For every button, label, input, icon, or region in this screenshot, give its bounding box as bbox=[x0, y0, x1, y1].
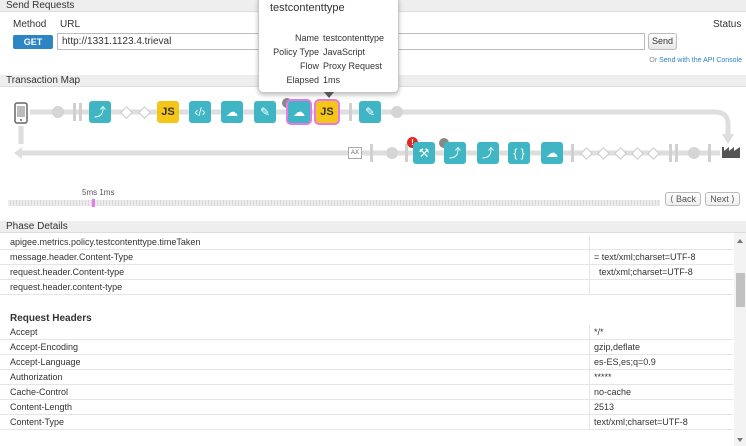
share-policy-icon[interactable]: ⤴ bbox=[89, 101, 111, 123]
tooltip-value: testcontenttype bbox=[323, 33, 385, 43]
timeline-bar[interactable] bbox=[8, 200, 660, 206]
tooltip-value: Proxy Request bbox=[323, 61, 383, 71]
next-button[interactable]: Next ⟩ bbox=[705, 192, 740, 206]
variable-row: apigee.metrics.policy.testcontenttype.ti… bbox=[0, 235, 733, 250]
tooltip-value: JavaScript bbox=[323, 47, 366, 57]
header-name: Accept bbox=[10, 327, 38, 337]
javascript-policy-icon-selected[interactable]: JS bbox=[316, 101, 338, 123]
json-policy-icon[interactable]: { } bbox=[508, 142, 530, 164]
flow-node[interactable] bbox=[386, 147, 398, 159]
back-button[interactable]: ⟨ Back bbox=[665, 192, 701, 206]
timeline-marker bbox=[92, 199, 95, 207]
status-label: Status bbox=[713, 19, 742, 30]
flow-divider bbox=[73, 103, 76, 121]
share-policy-icon[interactable]: ⤴ bbox=[444, 142, 466, 164]
header-name: Authorization bbox=[10, 372, 63, 382]
flow-divider bbox=[675, 144, 678, 162]
timeline-label: 5ms 1ms bbox=[82, 188, 115, 197]
header-row: Accept-Encoding gzip,deflate bbox=[0, 340, 733, 355]
phase-scrollbar[interactable] bbox=[734, 233, 746, 446]
variable-value: text/xml;charset=UTF-8 bbox=[594, 267, 693, 277]
variable-name: message.header.Content-Type bbox=[10, 252, 134, 262]
api-console-link[interactable]: Send with the API Console bbox=[659, 57, 742, 64]
wrench-policy-icon[interactable]: ⚒ bbox=[413, 142, 435, 164]
tooltip-key: Elapsed bbox=[286, 75, 319, 85]
cloud-check-policy-icon[interactable]: ☁ bbox=[221, 101, 243, 123]
variable-value: = text/xml;charset=UTF-8 bbox=[594, 252, 696, 262]
variable-row: request.header.content-type bbox=[0, 280, 733, 295]
edit-policy-icon[interactable]: ✎ bbox=[359, 101, 381, 123]
tooltip-key: Flow bbox=[299, 61, 319, 71]
cloud-check-policy-icon[interactable]: ☁ bbox=[288, 101, 310, 123]
flow-divider bbox=[571, 144, 574, 162]
flow-divider bbox=[349, 103, 352, 121]
analytics-icon[interactable]: AX bbox=[348, 147, 362, 159]
edit-policy-icon[interactable]: ✎ bbox=[254, 101, 276, 123]
tooltip-title: testcontenttype bbox=[270, 2, 345, 14]
api-console-prefix: Or bbox=[649, 57, 658, 64]
header-row: Content-Type text/xml;charset=UTF-8 bbox=[0, 415, 733, 430]
api-console-line: Or Send with the API Console bbox=[649, 57, 742, 64]
scrollbar-thumb[interactable] bbox=[736, 273, 745, 307]
request-headers-title: Request Headers bbox=[10, 313, 92, 324]
send-button[interactable]: Send bbox=[648, 33, 677, 50]
header-row: Cache-Control no-cache bbox=[0, 385, 733, 400]
variable-row: message.header.Content-Type = text/xml;c… bbox=[0, 250, 733, 265]
header-name: Content-Length bbox=[10, 402, 73, 412]
tooltip-arrow bbox=[324, 92, 334, 98]
backend-factory-icon bbox=[722, 147, 740, 158]
tooltip-value: 1ms bbox=[323, 75, 341, 85]
variable-name: request.header.Content-type bbox=[10, 267, 125, 277]
tooltip-row: Flow Proxy Request bbox=[259, 60, 400, 72]
header-value: */* bbox=[594, 327, 604, 337]
code-policy-icon[interactable]: ‹/› bbox=[189, 101, 211, 123]
flow-divider bbox=[405, 144, 408, 162]
header-value: ***** bbox=[594, 372, 612, 382]
phase-details-header: Phase Details bbox=[0, 221, 746, 233]
header-name: Accept-Language bbox=[10, 357, 81, 367]
method-select[interactable]: GET bbox=[13, 35, 53, 49]
variable-name: apigee.metrics.policy.testcontenttype.ti… bbox=[10, 237, 201, 247]
cloud-check-policy-icon[interactable]: ☁ bbox=[541, 142, 563, 164]
variable-row: request.header.Content-type text/xml;cha… bbox=[0, 265, 733, 280]
url-label: URL bbox=[60, 19, 81, 30]
share-policy-icon[interactable]: ⤴ bbox=[477, 142, 499, 164]
flow-divider bbox=[708, 144, 711, 162]
phase-details-panel: apigee.metrics.policy.testcontenttype.ti… bbox=[0, 233, 746, 446]
flow-divider bbox=[370, 144, 373, 162]
variable-name: request.header.content-type bbox=[10, 282, 123, 292]
header-value: 2513 bbox=[594, 402, 615, 412]
header-value: gzip,deflate bbox=[594, 342, 641, 352]
header-value: no-cache bbox=[594, 387, 632, 397]
header-name: Cache-Control bbox=[10, 387, 69, 397]
flow-divider bbox=[669, 144, 672, 162]
tooltip-row: Policy Type JavaScript bbox=[259, 46, 400, 58]
scroll-up-arrow-icon[interactable] bbox=[737, 239, 743, 243]
flow-divider bbox=[79, 103, 82, 121]
policy-tooltip: testcontenttype Name testcontenttype Pol… bbox=[258, 0, 400, 98]
header-row: Content-Length 2513 bbox=[0, 400, 733, 415]
header-name: Accept-Encoding bbox=[10, 342, 79, 352]
tooltip-row: Elapsed 1ms bbox=[259, 74, 400, 86]
header-row: Authorization ***** bbox=[0, 370, 733, 385]
tooltip-row: Name testcontenttype bbox=[259, 32, 400, 44]
flow-node[interactable] bbox=[688, 147, 700, 159]
mobile-client-icon bbox=[14, 102, 28, 124]
header-value: es-ES,es;q=0.9 bbox=[594, 357, 656, 367]
header-row: Accept */* bbox=[0, 325, 733, 340]
transaction-map: ⤴ JS ‹/› ☁ ✎ ☁ JS ✎ AX ! ⚒ ⤴ ⤴ { } ☁ bbox=[0, 88, 746, 218]
tooltip-key: Policy Type bbox=[273, 47, 319, 57]
tooltip-key: Name bbox=[294, 33, 319, 43]
header-name: Content-Type bbox=[10, 417, 65, 427]
flow-node[interactable] bbox=[391, 106, 403, 118]
method-label: Method bbox=[13, 19, 47, 30]
javascript-policy-icon[interactable]: JS bbox=[157, 101, 179, 123]
scroll-down-arrow-icon[interactable] bbox=[737, 438, 743, 442]
header-value: text/xml;charset=UTF-8 bbox=[594, 417, 688, 427]
header-row: Accept-Language es-ES,es;q=0.9 bbox=[0, 355, 733, 370]
flow-node[interactable] bbox=[52, 106, 64, 118]
